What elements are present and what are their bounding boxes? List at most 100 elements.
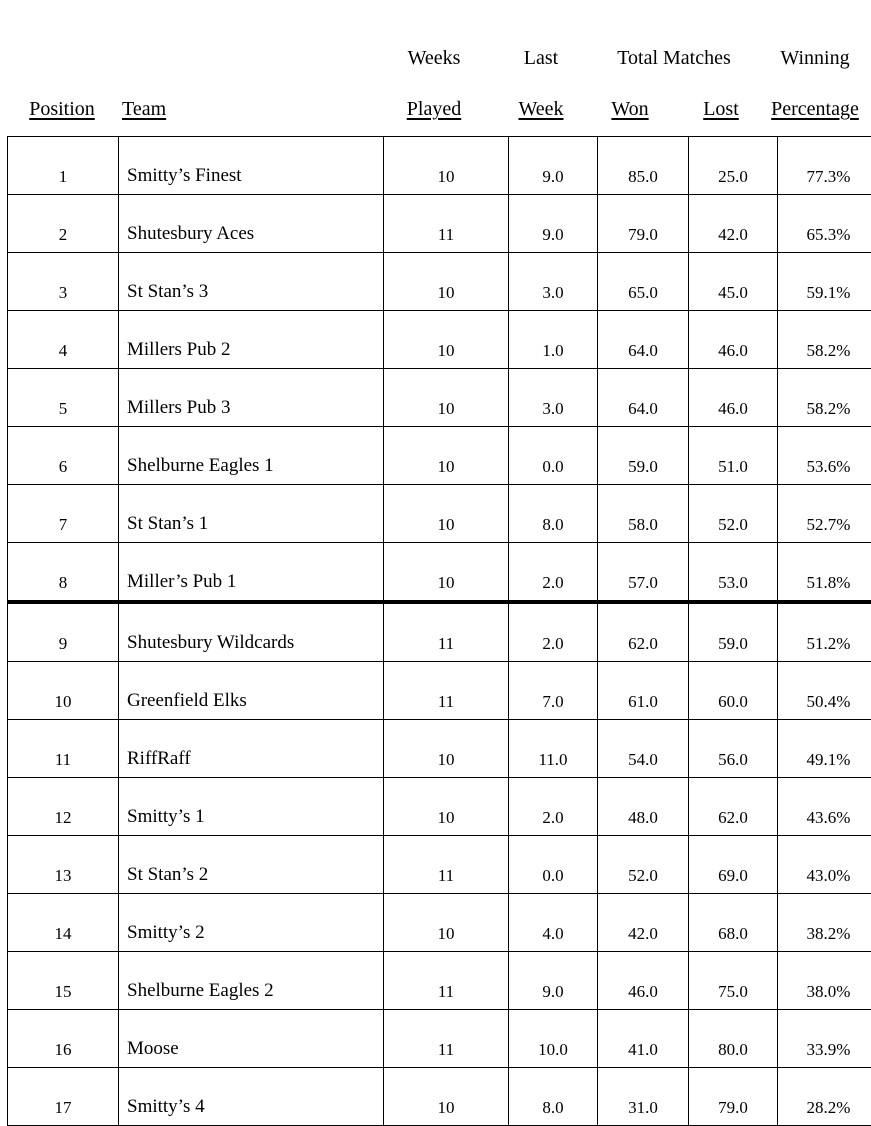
column-header-winning-line1: Winning xyxy=(780,48,849,68)
cell-weeks-played: 11 xyxy=(384,952,509,1010)
cell-team: Shutesbury Wildcards xyxy=(119,602,384,662)
column-header-week: Week xyxy=(518,99,563,119)
table-row: 1Smitty’s Finest109.085.025.077.3% xyxy=(8,137,871,195)
cell-winning-percentage: 51.2% xyxy=(778,602,871,662)
cell-position: 7 xyxy=(8,485,119,543)
cell-matches-won: 85.0 xyxy=(598,137,689,195)
cell-last-week: 0.0 xyxy=(509,427,598,485)
cell-team: Moose xyxy=(119,1010,384,1068)
cell-winning-percentage: 43.0% xyxy=(778,836,871,894)
cell-matches-won: 61.0 xyxy=(598,662,689,720)
standings-table-body: 1Smitty’s Finest109.085.025.077.3%2Shute… xyxy=(8,137,871,1126)
table-row: 17Smitty’s 4108.031.079.028.2% xyxy=(8,1068,871,1126)
cell-position: 3 xyxy=(8,253,119,311)
cell-last-week: 2.0 xyxy=(509,543,598,603)
cell-last-week: 8.0 xyxy=(509,485,598,543)
cell-position: 5 xyxy=(8,369,119,427)
cell-matches-lost: 69.0 xyxy=(689,836,778,894)
cell-team: RiffRaff xyxy=(119,720,384,778)
cell-weeks-played: 10 xyxy=(384,427,509,485)
cell-position: 1 xyxy=(8,137,119,195)
table-row: 3St Stan’s 3103.065.045.059.1% xyxy=(8,253,871,311)
column-header-won: Won xyxy=(611,99,648,119)
cell-last-week: 9.0 xyxy=(509,137,598,195)
cell-winning-percentage: 77.3% xyxy=(778,137,871,195)
cell-winning-percentage: 43.6% xyxy=(778,778,871,836)
cell-weeks-played: 10 xyxy=(384,253,509,311)
column-header-position: Position xyxy=(29,99,95,119)
cell-team: St Stan’s 2 xyxy=(119,836,384,894)
cell-team: Smitty’s 4 xyxy=(119,1068,384,1126)
cell-weeks-played: 10 xyxy=(384,720,509,778)
cell-position: 10 xyxy=(8,662,119,720)
cell-matches-won: 59.0 xyxy=(598,427,689,485)
cell-winning-percentage: 38.0% xyxy=(778,952,871,1010)
cell-matches-won: 46.0 xyxy=(598,952,689,1010)
cell-winning-percentage: 49.1% xyxy=(778,720,871,778)
cell-team: Shutesbury Aces xyxy=(119,195,384,253)
table-header-area: Weeks Last Total Matches Winning Positio… xyxy=(0,0,871,136)
cell-last-week: 0.0 xyxy=(509,836,598,894)
cell-winning-percentage: 58.2% xyxy=(778,369,871,427)
cell-position: 4 xyxy=(8,311,119,369)
cell-matches-lost: 75.0 xyxy=(689,952,778,1010)
cell-position: 12 xyxy=(8,778,119,836)
cell-position: 13 xyxy=(8,836,119,894)
table-row: 6Shelburne Eagles 1100.059.051.053.6% xyxy=(8,427,871,485)
cell-weeks-played: 10 xyxy=(384,311,509,369)
cell-matches-lost: 46.0 xyxy=(689,369,778,427)
cell-matches-lost: 42.0 xyxy=(689,195,778,253)
cell-position: 6 xyxy=(8,427,119,485)
cell-matches-lost: 53.0 xyxy=(689,543,778,603)
column-header-percentage: Percentage xyxy=(771,99,859,119)
cell-matches-won: 64.0 xyxy=(598,369,689,427)
cell-matches-lost: 46.0 xyxy=(689,311,778,369)
cell-winning-percentage: 33.9% xyxy=(778,1010,871,1068)
cell-team: St Stan’s 1 xyxy=(119,485,384,543)
table-row: 10Greenfield Elks117.061.060.050.4% xyxy=(8,662,871,720)
cell-last-week: 1.0 xyxy=(509,311,598,369)
cell-team: Shelburne Eagles 1 xyxy=(119,427,384,485)
cell-weeks-played: 10 xyxy=(384,485,509,543)
cell-team: Greenfield Elks xyxy=(119,662,384,720)
cell-weeks-played: 11 xyxy=(384,195,509,253)
table-row: 12Smitty’s 1102.048.062.043.6% xyxy=(8,778,871,836)
cell-matches-won: 62.0 xyxy=(598,602,689,662)
cell-matches-lost: 56.0 xyxy=(689,720,778,778)
cell-matches-lost: 25.0 xyxy=(689,137,778,195)
cell-position: 8 xyxy=(8,543,119,603)
cell-weeks-played: 11 xyxy=(384,836,509,894)
cell-matches-lost: 52.0 xyxy=(689,485,778,543)
cell-matches-won: 54.0 xyxy=(598,720,689,778)
cell-last-week: 9.0 xyxy=(509,195,598,253)
table-row: 8Miller’s Pub 1102.057.053.051.8% xyxy=(8,543,871,603)
cell-weeks-played: 10 xyxy=(384,369,509,427)
cell-last-week: 2.0 xyxy=(509,602,598,662)
cell-last-week: 11.0 xyxy=(509,720,598,778)
table-row: 13St Stan’s 2110.052.069.043.0% xyxy=(8,836,871,894)
cell-team: Millers Pub 3 xyxy=(119,369,384,427)
cell-position: 11 xyxy=(8,720,119,778)
cell-team: Smitty’s 1 xyxy=(119,778,384,836)
cell-team: Shelburne Eagles 2 xyxy=(119,952,384,1010)
cell-winning-percentage: 51.8% xyxy=(778,543,871,603)
column-header-lost: Lost xyxy=(703,99,739,119)
cell-matches-won: 65.0 xyxy=(598,253,689,311)
cell-matches-lost: 80.0 xyxy=(689,1010,778,1068)
table-row: 16Moose1110.041.080.033.9% xyxy=(8,1010,871,1068)
cell-weeks-played: 10 xyxy=(384,137,509,195)
cell-position: 15 xyxy=(8,952,119,1010)
table-row: 15Shelburne Eagles 2119.046.075.038.0% xyxy=(8,952,871,1010)
table-row: 5Millers Pub 3103.064.046.058.2% xyxy=(8,369,871,427)
cell-matches-won: 58.0 xyxy=(598,485,689,543)
cell-team: Millers Pub 2 xyxy=(119,311,384,369)
cell-matches-won: 42.0 xyxy=(598,894,689,952)
cell-winning-percentage: 38.2% xyxy=(778,894,871,952)
cell-last-week: 3.0 xyxy=(509,369,598,427)
cell-last-week: 3.0 xyxy=(509,253,598,311)
cell-matches-lost: 79.0 xyxy=(689,1068,778,1126)
cell-matches-lost: 59.0 xyxy=(689,602,778,662)
cell-matches-won: 48.0 xyxy=(598,778,689,836)
column-group-header-total-matches: Total Matches xyxy=(617,48,731,68)
cell-position: 9 xyxy=(8,602,119,662)
